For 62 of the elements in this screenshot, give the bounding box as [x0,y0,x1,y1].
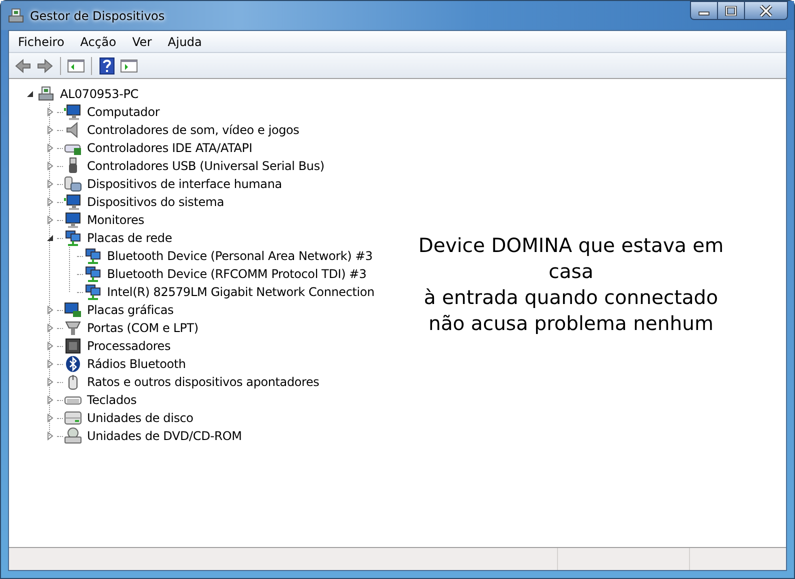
expand-toggle-icon[interactable] [45,179,55,189]
expand-toggle-icon[interactable] [45,161,55,171]
monitor-icon [64,193,82,211]
expand-toggle-icon[interactable] [45,377,55,387]
network-icon [84,283,102,301]
bluetooth-icon [64,355,82,373]
processor-icon [64,337,82,355]
tree-item[interactable]: Dispositivos do sistema [86,194,226,210]
expand-toggle-icon[interactable] [45,413,55,423]
monitor-icon [64,103,82,121]
expand-toggle-icon[interactable] [45,431,55,441]
tree-item[interactable]: Teclados [86,392,138,408]
tree-item[interactable]: Placas gráficas [86,302,175,318]
tree-item[interactable]: Rádios Bluetooth [86,356,187,372]
tree-item[interactable]: Controladores USB (Universal Serial Bus) [86,158,326,174]
tree-item[interactable]: Placas de rede [86,230,174,246]
maximize-button[interactable] [717,1,744,20]
menu-item[interactable]: Ver [125,32,159,50]
expand-toggle-icon[interactable] [45,305,55,315]
close-button[interactable] [744,1,788,20]
computer-icon [37,85,55,103]
tree-item[interactable]: Unidades de disco [86,410,194,426]
tree-item[interactable]: Unidades de DVD/CD-ROM [86,428,243,444]
network-icon [84,247,102,265]
tree-item[interactable]: Controladores de som, vídeo e jogos [86,122,300,138]
tree-item[interactable]: Dispositivos de interface humana [86,176,283,192]
network-icon [84,265,102,283]
dvd-drive-icon [64,427,82,445]
expand-toggle-icon[interactable] [45,125,55,135]
expand-toggle-icon[interactable] [45,359,55,369]
menu-item[interactable]: Ficheiro [11,32,72,50]
expand-toggle-icon[interactable] [45,143,55,153]
maximize-icon [725,6,737,16]
menu-item[interactable]: Acção [73,32,124,50]
tree-item[interactable]: Computador [86,104,161,120]
display-card-icon [64,301,82,319]
expand-toggle-icon[interactable] [45,395,55,405]
tree-item[interactable]: Ratos e outros dispositivos apontadores [86,374,320,390]
collapse-toggle-icon[interactable] [25,89,35,99]
minimize-button[interactable] [690,1,717,20]
tree-item[interactable]: Processadores [86,338,172,354]
tree-item[interactable]: Bluetooth Device (RFCOMM Protocol TDI) #3 [106,266,368,282]
expand-toggle-icon[interactable] [45,323,55,333]
tree-item[interactable]: Intel(R) 82579LM Gigabit Network Connection [106,284,376,300]
expand-toggle-icon[interactable] [45,107,55,117]
tree-item[interactable]: Controladores IDE ATA/ATAPI [86,140,254,156]
network-icon [64,229,82,247]
expand-toggle-icon[interactable] [45,197,55,207]
tree-item[interactable]: Bluetooth Device (Personal Area Network) #3 [106,248,374,264]
collapse-toggle-icon[interactable] [45,233,55,243]
tree-item[interactable]: Portas (COM e LPT) [86,320,200,336]
tree-item[interactable]: AL070953-PC [59,86,140,102]
annotation-text: Device DOMINA que estava em casa à entrada quando connectado não acusa problema nenhum [417,233,725,337]
monitor-icon [64,211,82,229]
menu-item[interactable]: Ajuda [160,32,209,50]
window-title: Gestor de Dispositivos [30,8,165,22]
expand-toggle-icon[interactable] [45,215,55,225]
expand-toggle-icon[interactable] [45,341,55,351]
port-icon [64,319,82,337]
close-icon [759,4,773,16]
tree-item[interactable]: Monitores [86,212,146,228]
app-icon [7,6,25,24]
